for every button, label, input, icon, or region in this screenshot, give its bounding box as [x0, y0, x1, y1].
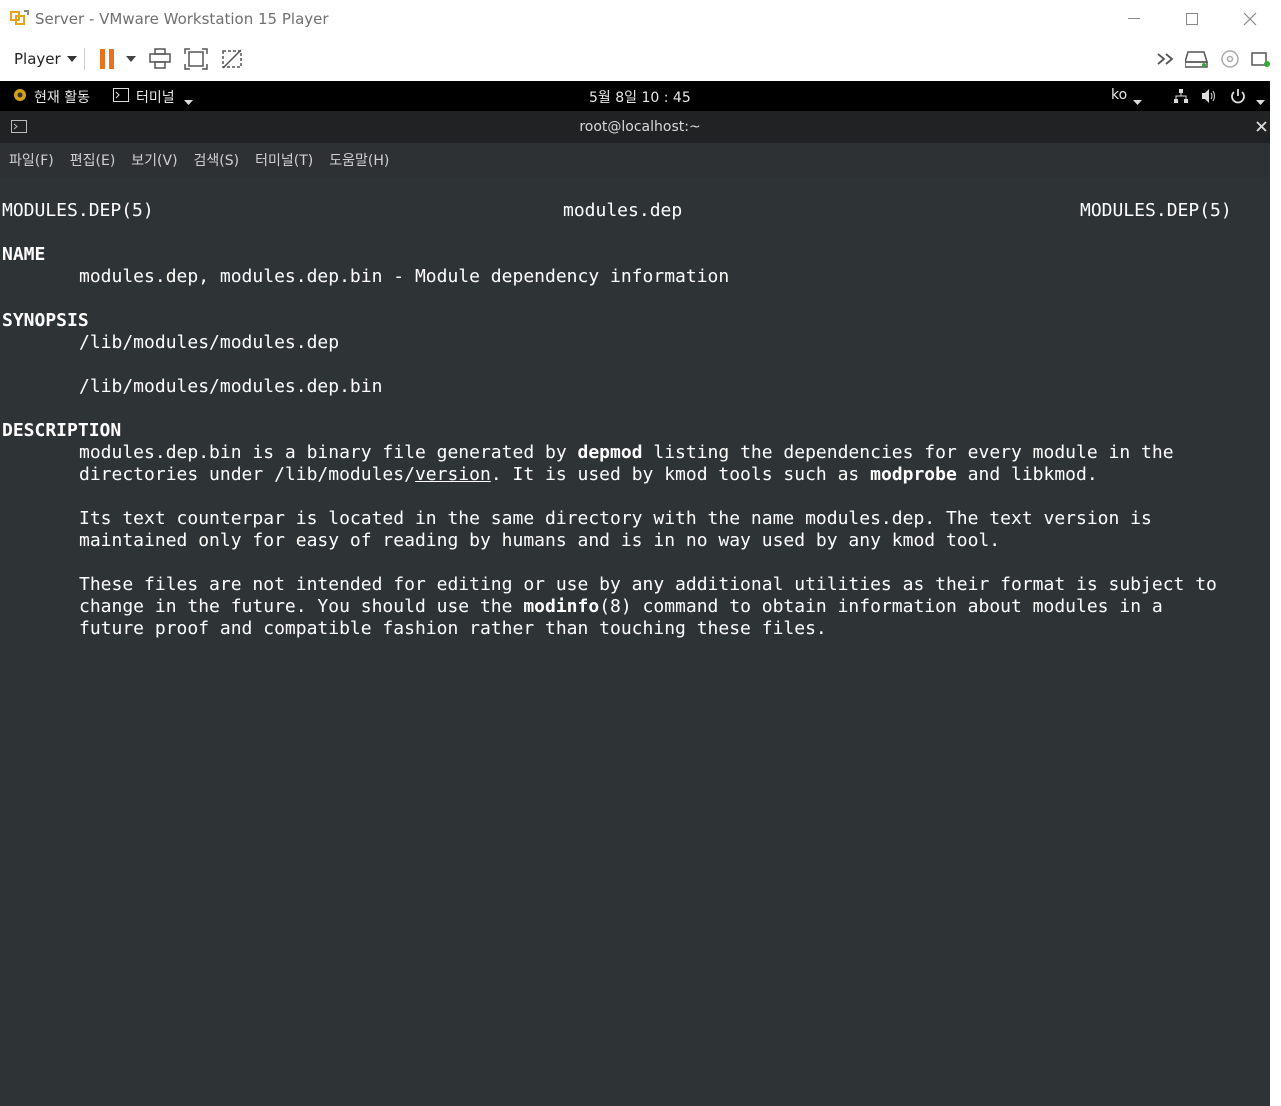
unity-icon[interactable] — [219, 46, 245, 72]
description-line: modules.dep.bin is a binary file generat… — [79, 442, 1174, 464]
description-line: maintained only for easy of reading by h… — [79, 530, 1001, 551]
text-span: listing the dependencies for every modul… — [642, 442, 1174, 463]
vmware-logo-icon — [10, 9, 30, 29]
synopsis-line: /lib/modules/modules.dep.bin — [79, 376, 383, 397]
send-ctrl-alt-del-icon[interactable] — [147, 46, 173, 72]
pause-icon[interactable] — [94, 46, 120, 72]
section-heading-name: NAME — [2, 244, 46, 265]
gnome-top-bar: 현재 활동 터미널 5월 8일 10 : 45 ko — [0, 81, 1270, 111]
synopsis-line: /lib/modules/modules.dep — [79, 332, 340, 353]
close-icon[interactable] — [1230, 4, 1270, 34]
text-span: and libkmod. — [956, 464, 1098, 485]
man-header-left: MODULES.DEP(5) — [2, 200, 154, 221]
terminal-menubar: 파일(F) 편집(E) 보기(V) 검색(S) 터미널(T) 도움말(H) — [0, 143, 1270, 177]
chevron-down-icon — [184, 93, 193, 109]
description-line: Its text counterpar is located in the sa… — [79, 508, 1152, 529]
player-label: Player — [14, 50, 61, 68]
command-ref-modprobe: modprobe — [870, 464, 957, 485]
menu-file[interactable]: 파일(F) — [9, 150, 54, 170]
maximize-icon[interactable] — [1172, 4, 1212, 34]
terminal-app-icon — [113, 88, 129, 106]
command-ref-modinfo: modinfo — [523, 596, 600, 617]
man-header-right: MODULES.DEP(5) — [1080, 200, 1232, 221]
text-span: (8) command to obtain information about … — [599, 596, 1163, 617]
section-heading-description: DESCRIPTION — [2, 420, 122, 441]
chevron-down-icon — [1256, 93, 1265, 109]
app-menu-button[interactable]: 터미널 — [136, 87, 175, 107]
terminal-body[interactable]: MODULES.DEP(5) modules.dep MODULES.DEP(5… — [0, 177, 1270, 1106]
text-span: . It is used by kmod tools such as — [490, 464, 871, 485]
description-line: future proof and compatible fashion rath… — [79, 618, 827, 639]
power-icon[interactable] — [1230, 88, 1246, 108]
menu-terminal[interactable]: 터미널(T) — [255, 150, 313, 170]
player-menu-button[interactable]: Player — [14, 50, 77, 68]
vmware-toolbar: Player — [0, 38, 1270, 81]
man-header-center: modules.dep — [563, 200, 683, 221]
guest-display[interactable]: 현재 활동 터미널 5월 8일 10 : 45 ko root@localhos… — [0, 81, 1270, 1106]
description-line: change in the future. You should use the… — [79, 596, 1163, 618]
network-icon[interactable] — [1173, 88, 1189, 108]
menu-view[interactable]: 보기(V) — [131, 150, 177, 170]
version-placeholder: version — [414, 464, 491, 485]
terminal-title: root@localhost:~ — [579, 119, 701, 135]
activities-button[interactable]: 현재 활동 — [34, 87, 90, 107]
input-language[interactable]: ko — [1111, 87, 1127, 103]
menu-help[interactable]: 도움말(H) — [329, 150, 389, 170]
description-line: These files are not intended for editing… — [79, 574, 1217, 595]
activities-icon[interactable] — [12, 87, 28, 107]
hard-disk-icon[interactable] — [1184, 46, 1210, 72]
window-titlebar: Server - VMware Workstation 15 Player — [0, 0, 1270, 38]
fullscreen-icon[interactable] — [183, 46, 209, 72]
minimize-icon[interactable] — [1114, 4, 1154, 34]
chevron-down-icon — [1133, 93, 1142, 109]
pause-dropdown-icon[interactable] — [118, 46, 144, 72]
volume-icon[interactable] — [1201, 88, 1217, 108]
terminal-close-icon[interactable] — [1256, 120, 1267, 136]
menu-search[interactable]: 검색(S) — [194, 150, 240, 170]
cd-dvd-icon[interactable] — [1217, 46, 1243, 72]
chevron-down-icon — [66, 56, 77, 62]
section-heading-synopsis: SYNOPSIS — [2, 310, 89, 331]
more-devices-icon[interactable] — [1154, 46, 1180, 72]
text-span: directories under /lib/modules/ — [79, 464, 415, 485]
toolbar-divider — [84, 48, 85, 70]
window-right-edge — [1270, 0, 1281, 1106]
terminal-header: root@localhost:~ — [0, 111, 1270, 143]
text-span: change in the future. You should use the — [79, 596, 524, 617]
text-span: modules.dep.bin is a binary file generat… — [79, 442, 578, 463]
name-text: modules.dep, modules.dep.bin - Module de… — [79, 266, 730, 287]
window-title: Server - VMware Workstation 15 Player — [35, 10, 329, 28]
menu-edit[interactable]: 편집(E) — [70, 150, 116, 170]
clock[interactable]: 5월 8일 10 : 45 — [589, 87, 691, 107]
description-line: directories under /lib/modules/version. … — [79, 464, 1098, 486]
command-ref-depmod: depmod — [577, 442, 643, 463]
